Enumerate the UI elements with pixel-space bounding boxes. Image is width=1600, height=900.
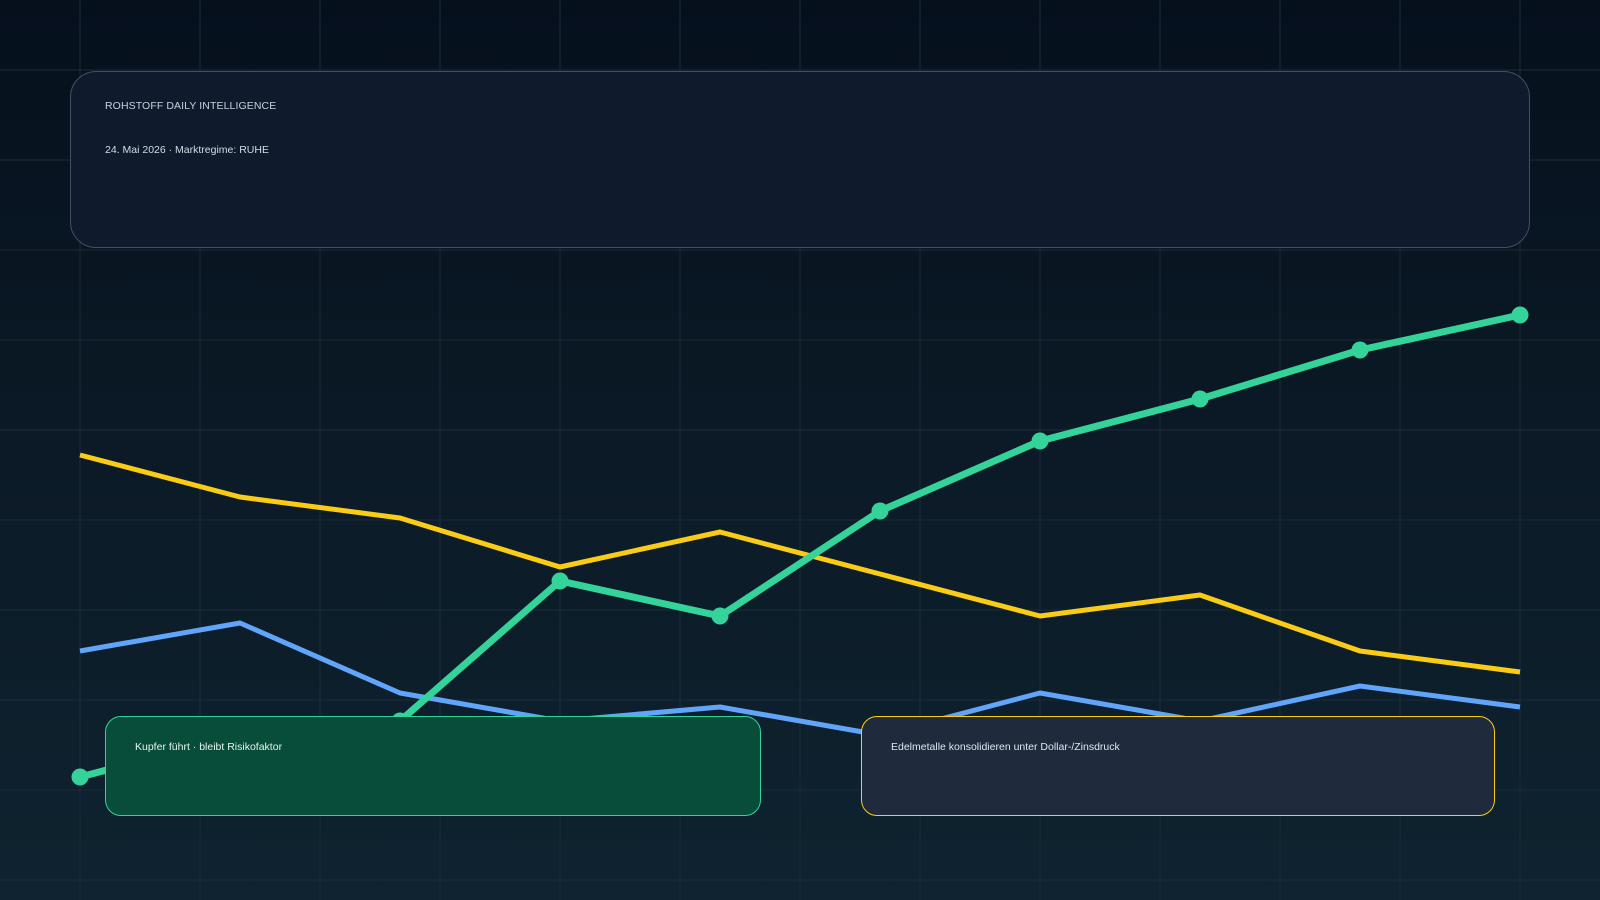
- series-line-0: [79, 311, 1521, 781]
- series-point-0-9: [1511, 306, 1529, 324]
- date-regime-subtitle: 24. Mai 2026 · Marktregime: RUHE: [105, 144, 269, 156]
- precious-metals-note-card: Edelmetalle konsolidieren unter Dollar-/…: [861, 716, 1495, 816]
- series-point-0-7: [1191, 390, 1209, 408]
- series-point-0-4: [711, 607, 729, 625]
- series-point-0-0: [71, 768, 89, 786]
- precious-metals-note-text: Edelmetalle konsolidieren unter Dollar-/…: [891, 741, 1120, 753]
- series-point-0-6: [1031, 432, 1049, 450]
- copper-note-text: Kupfer führt · bleibt Risikofaktor: [135, 741, 283, 753]
- copper-note-card: Kupfer führt · bleibt Risikofaktor: [105, 716, 761, 816]
- brand-title: ROHSTOFF DAILY INTELLIGENCE: [105, 100, 277, 112]
- series-point-0-5: [871, 502, 889, 520]
- series-point-0-3: [551, 572, 569, 590]
- series-point-0-8: [1351, 341, 1369, 359]
- header-card: ROHSTOFF DAILY INTELLIGENCE 24. Mai 2026…: [70, 71, 1530, 248]
